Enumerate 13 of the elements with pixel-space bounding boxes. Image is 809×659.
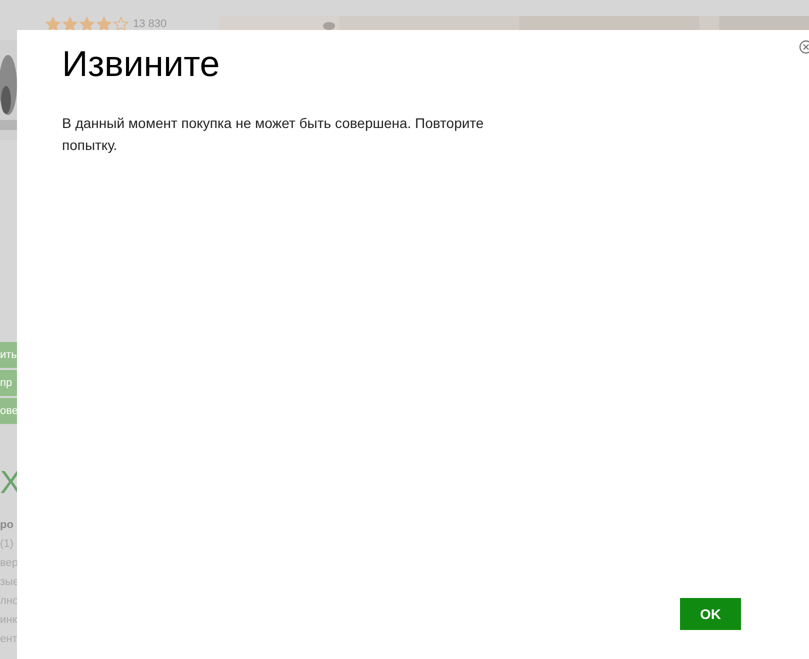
dialog-title: Извините — [62, 42, 220, 86]
star-icon — [62, 16, 78, 32]
side-text: ро — [0, 518, 14, 533]
star-icon — [79, 16, 95, 32]
star-icon — [96, 16, 112, 32]
side-button[interactable]: ить — [0, 342, 17, 368]
ok-button[interactable]: OK — [680, 598, 741, 630]
close-icon[interactable] — [799, 40, 809, 54]
star-icon — [113, 16, 129, 32]
star-icon — [45, 16, 61, 32]
dialog-message: В данный момент покупка не может быть совершена. Повторите попытку. — [62, 114, 485, 155]
rating-count: 13 830 — [133, 17, 167, 32]
side-button[interactable]: пр — [0, 370, 17, 396]
